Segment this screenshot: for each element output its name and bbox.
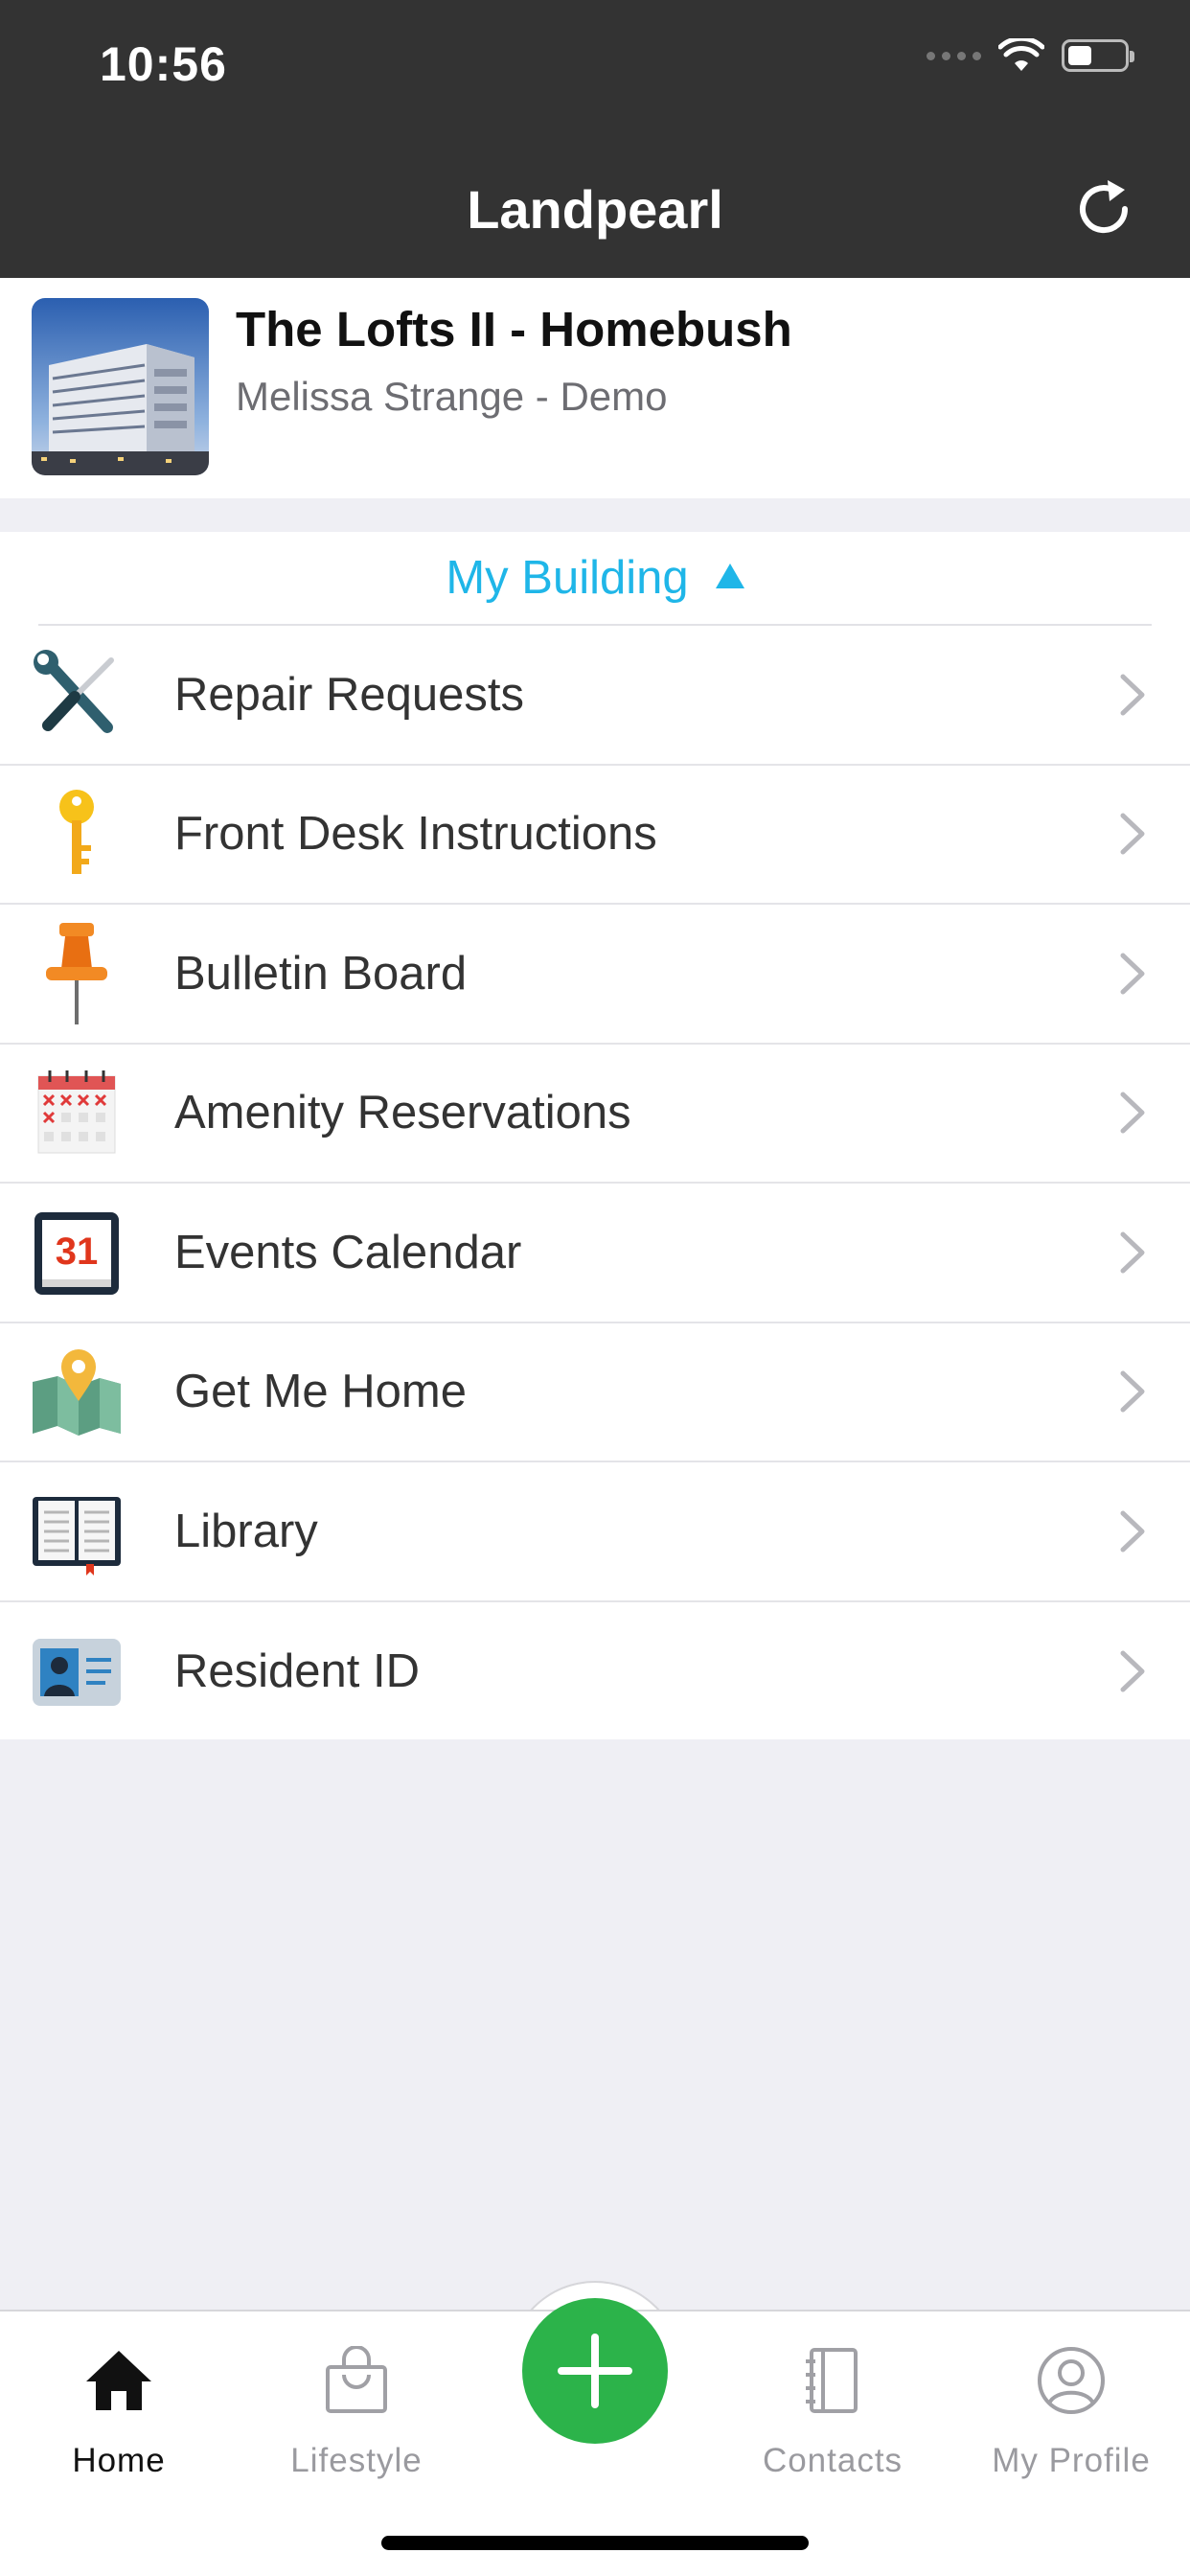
chevron-right-icon [1120, 1231, 1145, 1274]
chevron-right-icon [1120, 953, 1145, 995]
chevron-right-icon [1120, 674, 1145, 716]
home-icon [80, 2342, 157, 2419]
menu-item-label: Events Calendar [174, 1226, 522, 1278]
chevron-right-icon [1120, 813, 1145, 855]
menu-item-label: Library [174, 1505, 318, 1557]
tab-my-profile[interactable]: My Profile [952, 2312, 1190, 2503]
tab-label: Lifestyle [290, 2442, 423, 2479]
home-indicator [381, 2536, 809, 2550]
tab-contacts[interactable]: Contacts [714, 2312, 951, 2503]
chevron-right-icon [1120, 1370, 1145, 1413]
my-building-menu: My Building Repair Requests Front Desk I… [0, 532, 1190, 1739]
menu-item-label: Get Me Home [174, 1366, 467, 1418]
tab-label: My Profile [992, 2442, 1151, 2479]
cellular-signal-icon [927, 51, 981, 60]
tab-lifestyle[interactable]: Lifestyle [238, 2312, 475, 2503]
chevron-right-icon [1120, 1510, 1145, 1552]
notebook-icon [794, 2342, 871, 2419]
id-card-icon [29, 1623, 125, 1719]
tools-icon [29, 647, 125, 743]
menu-item-label: Bulletin Board [174, 947, 468, 1000]
key-icon [29, 786, 125, 882]
building-card[interactable]: The Lofts II - Homebush Melissa Strange … [0, 278, 1190, 498]
section-toggle-my-building[interactable]: My Building [38, 532, 1152, 626]
menu-item-resident-id[interactable]: Resident ID [0, 1602, 1190, 1742]
wifi-icon [998, 38, 1044, 71]
menu-item-library[interactable]: Library [0, 1462, 1190, 1602]
menu-item-label: Resident ID [174, 1645, 421, 1698]
status-icons [927, 38, 1134, 73]
tab-label: Contacts [762, 2442, 904, 2479]
book-icon [29, 1484, 125, 1579]
map-pin-icon [29, 1344, 125, 1439]
plus-icon [558, 2334, 632, 2408]
chevron-right-icon [1120, 1650, 1145, 1692]
building-subtitle: Melissa Strange - Demo [236, 374, 668, 419]
chevron-right-icon [1120, 1092, 1145, 1134]
tab-home[interactable]: Home [0, 2312, 238, 2503]
status-time: 10:56 [100, 37, 227, 91]
profile-icon [1033, 2342, 1110, 2419]
menu-item-label: Repair Requests [174, 668, 524, 721]
menu-item-events-calendar[interactable]: 31 Events Calendar [0, 1184, 1190, 1323]
building-name: The Lofts II - Homebush [236, 302, 792, 356]
shopping-bag-icon [318, 2342, 395, 2419]
menu-item-get-me-home[interactable]: Get Me Home [0, 1323, 1190, 1462]
menu-item-label: Front Desk Instructions [174, 808, 657, 861]
menu-item-repair-requests[interactable]: Repair Requests [0, 626, 1190, 766]
building-image [32, 298, 209, 475]
section-title: My Building [446, 552, 689, 604]
menu-item-front-desk-instructions[interactable]: Front Desk Instructions [0, 766, 1190, 905]
pushpin-icon [29, 922, 125, 1024]
refresh-button[interactable] [1064, 169, 1144, 249]
add-button[interactable] [522, 2298, 668, 2444]
caret-up-icon [715, 564, 744, 588]
calendar-icon-date: 31 [56, 1230, 99, 1273]
tab-label: Home [72, 2442, 166, 2479]
top-bar: 10:56 Landpearl [0, 0, 1190, 278]
menu-item-label: Amenity Reservations [174, 1087, 631, 1139]
battery-icon [1062, 39, 1134, 72]
menu-item-bulletin-board[interactable]: Bulletin Board [0, 905, 1190, 1045]
refresh-icon [1080, 180, 1129, 234]
reservation-calendar-icon [29, 1065, 125, 1161]
app-title: Landpearl [467, 179, 723, 240]
calendar-icon: 31 [29, 1205, 125, 1300]
menu-item-amenity-reservations[interactable]: Amenity Reservations [0, 1045, 1190, 1184]
